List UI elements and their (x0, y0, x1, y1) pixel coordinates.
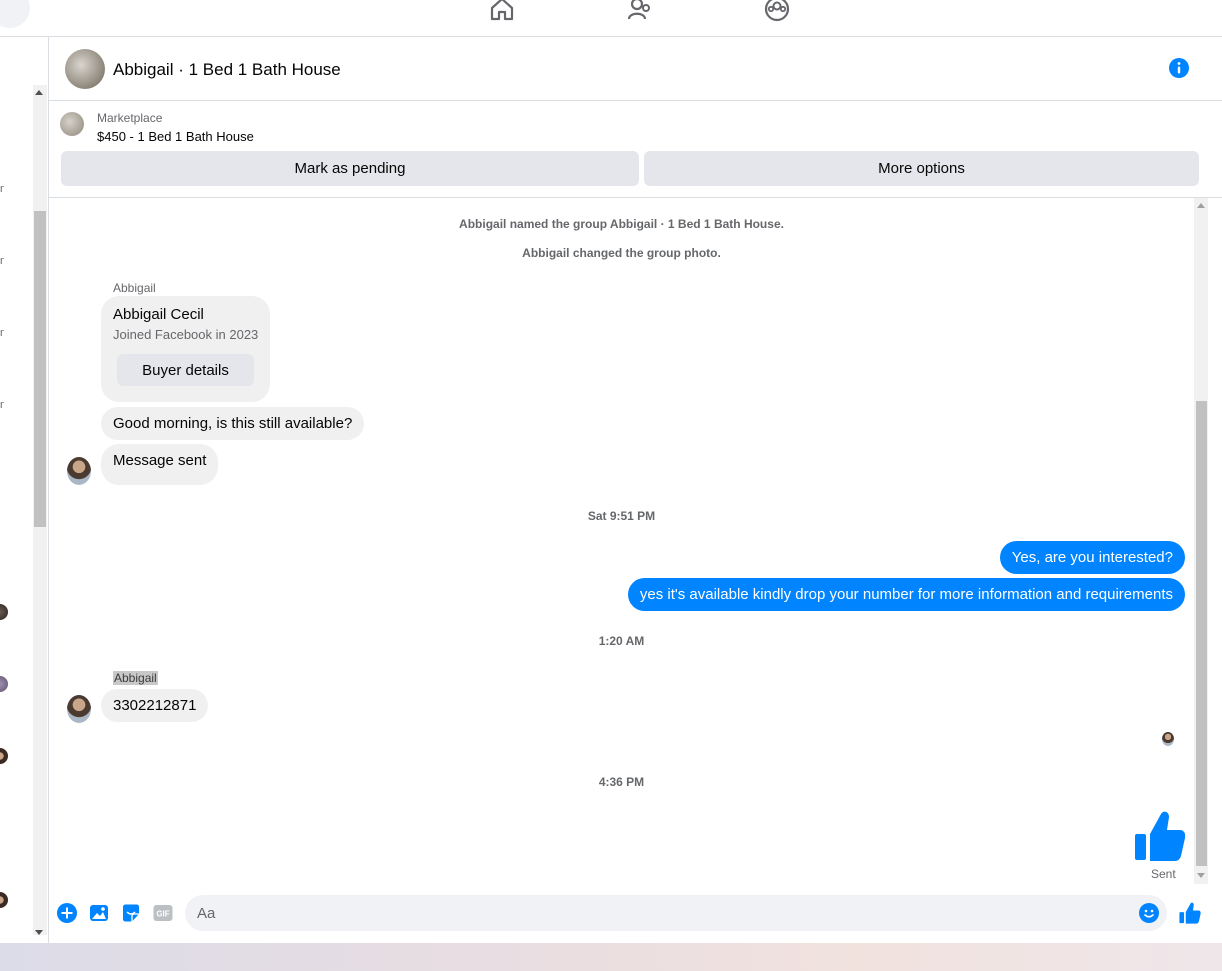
chat-list-item[interactable]: n (0, 255, 4, 267)
scrollbar-thumb[interactable] (1196, 401, 1207, 866)
buyer-name: Abbigail Cecil (113, 306, 204, 323)
chat-title[interactable]: Abbigail · 1 Bed 1 Bath House (113, 60, 341, 80)
scroll-down-arrow-icon[interactable] (1197, 873, 1205, 878)
message-input-wrapper (185, 895, 1167, 931)
avatar[interactable] (67, 695, 91, 723)
taskbar-background (0, 943, 1222, 971)
photo-icon[interactable] (89, 903, 109, 923)
message-bubble-incoming[interactable]: Good morning, is this still available? (101, 407, 365, 440)
timestamp: Sat 9:51 PM (587, 509, 656, 523)
plus-icon[interactable] (57, 903, 77, 923)
info-icon[interactable] (1169, 58, 1189, 78)
avatar[interactable] (0, 604, 8, 620)
group-avatar[interactable] (65, 49, 105, 89)
sender-name: Abbigail (113, 281, 156, 295)
sender-name: Abbigail (113, 671, 158, 685)
avatar[interactable] (0, 676, 8, 692)
message-bubble-outgoing[interactable]: yes it's available kindly drop your numb… (627, 578, 1185, 611)
buyer-details-button[interactable]: Buyer details (117, 354, 254, 386)
timestamp: 4:36 PM (598, 775, 645, 789)
system-message: Abbigail named the group Abbigail · 1 Be… (459, 217, 784, 231)
listing-thumbnail[interactable] (60, 112, 84, 136)
marketplace-bar: Marketplace $450 - 1 Bed 1 Bath House Ma… (49, 101, 1222, 198)
chat-header: Abbigail · 1 Bed 1 Bath House (49, 37, 1222, 101)
groups-icon[interactable] (764, 0, 790, 22)
emoji-icon[interactable] (1139, 903, 1159, 923)
chat-list-sidebar: n n n n (0, 37, 48, 943)
message-bubble-incoming[interactable]: Message sent (101, 444, 219, 485)
listing-title[interactable]: $450 - 1 Bed 1 Bath House (97, 129, 254, 144)
message-bubble-outgoing[interactable]: Yes, are you interested? (999, 541, 1185, 574)
message-bubble-incoming[interactable]: 3302212871 (101, 689, 209, 722)
gif-icon[interactable]: GIF (153, 903, 173, 923)
sent-status: Sent (1151, 867, 1176, 881)
mark-as-pending-button[interactable]: Mark as pending (61, 151, 639, 186)
thumbs-up-icon[interactable] (1135, 810, 1185, 862)
sticker-icon[interactable] (121, 903, 141, 923)
seen-avatar (1162, 732, 1174, 746)
like-icon[interactable] (1179, 902, 1201, 924)
avatar[interactable] (67, 457, 91, 485)
chat-list-item[interactable]: n (0, 399, 4, 411)
search-button[interactable] (0, 0, 30, 28)
marketplace-label: Marketplace (97, 111, 163, 125)
message-list: Abbigail named the group Abbigail · 1 Be… (49, 198, 1222, 884)
scroll-up-arrow-icon[interactable] (1197, 203, 1205, 208)
buyer-card: Abbigail Cecil Joined Facebook in 2023 B… (101, 296, 270, 402)
top-nav (0, 0, 1222, 37)
message-input[interactable] (197, 895, 1117, 931)
home-icon[interactable] (489, 0, 515, 22)
buyer-joined: Joined Facebook in 2023 (113, 327, 259, 342)
more-options-button[interactable]: More options (644, 151, 1199, 186)
avatar[interactable] (0, 892, 8, 908)
scrollbar-thumb[interactable] (34, 211, 46, 527)
svg-text:GIF: GIF (156, 910, 169, 919)
scroll-down-arrow-icon[interactable] (35, 930, 43, 935)
system-message: Abbigail changed the group photo. (522, 246, 721, 260)
scroll-up-arrow-icon[interactable] (35, 90, 43, 95)
timestamp: 1:20 AM (598, 634, 645, 648)
avatar[interactable] (0, 748, 8, 764)
chat-list-item[interactable]: n (0, 327, 4, 339)
chat-panel: Abbigail · 1 Bed 1 Bath House Marketplac… (48, 37, 1222, 943)
composer: GIF (49, 884, 1222, 943)
friends-icon[interactable] (627, 0, 653, 22)
chat-list-item[interactable]: n (0, 183, 4, 195)
